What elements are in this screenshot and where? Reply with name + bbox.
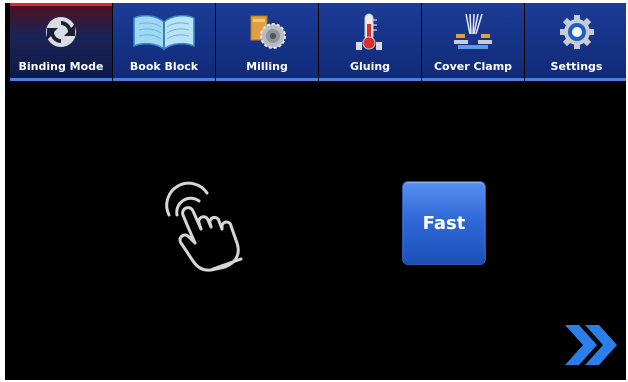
tab-label: Settings — [550, 60, 603, 73]
open-book-icon — [113, 11, 215, 53]
tab-bar: Binding Mode Book Block Milling Gluing C… — [10, 3, 626, 81]
milling-saw-icon — [216, 11, 318, 53]
thermometer-icon — [319, 11, 421, 53]
cover-clamp-icon — [422, 11, 524, 53]
binding-mode-cycle-icon — [10, 11, 112, 53]
tab-cover-clamp[interactable]: Cover Clamp — [422, 3, 524, 81]
machine-screen: Binding Mode Book Block Milling Gluing C… — [5, 3, 626, 380]
gear-icon — [525, 11, 626, 53]
speed-button-label: Fast — [422, 212, 466, 234]
tab-label: Milling — [246, 60, 288, 73]
double-chevron-right-icon[interactable] — [563, 323, 619, 367]
tab-book-block[interactable]: Book Block — [113, 3, 215, 81]
touch-hand-icon — [155, 175, 255, 275]
speed-mode-button[interactable]: Fast — [403, 182, 485, 264]
tab-label: Gluing — [349, 60, 391, 73]
tab-label: Book Block — [129, 60, 199, 73]
tab-label: Cover Clamp — [433, 60, 513, 73]
tab-label: Binding Mode — [18, 60, 104, 73]
tab-binding-mode[interactable]: Binding Mode — [10, 3, 112, 81]
tab-milling[interactable]: Milling — [216, 3, 318, 81]
tab-gluing[interactable]: Gluing — [319, 3, 421, 81]
tab-settings[interactable]: Settings — [525, 3, 626, 81]
